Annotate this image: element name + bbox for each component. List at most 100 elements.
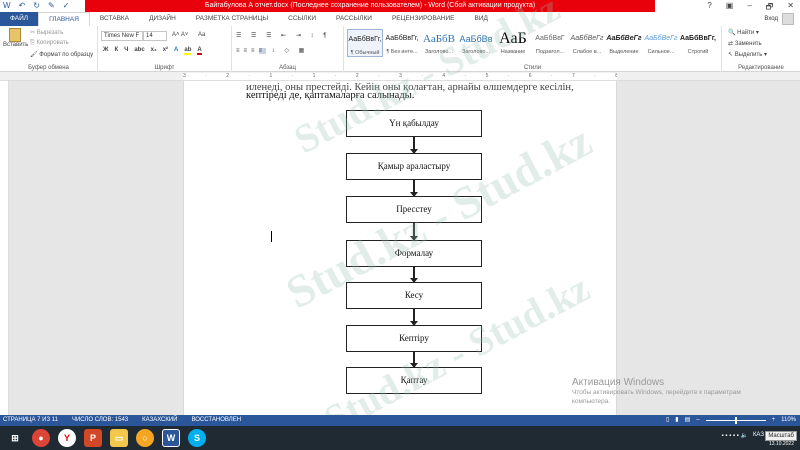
tab-design[interactable]: ДИЗАЙН [139,12,186,26]
tooltip: Масштаб [765,431,797,441]
tray-icons[interactable]: ▪ ▪ ▪ ▪ ▪ 🔈 [721,432,747,439]
powerpoint-icon[interactable]: P [84,429,102,447]
text-effects-icon[interactable]: A [174,47,178,55]
align-buttons[interactable]: ≡≡≡≡ ↕ ◇ ▦ [236,47,308,54]
browser-icon[interactable]: ○ [136,429,154,447]
paste-label: Вставить [3,42,29,48]
flow-arrow [410,137,418,154]
clock-date[interactable]: 13.10.2022 [769,441,794,447]
input-language[interactable]: КАЗ [753,432,764,439]
editing-group: 🔍 Найти ▾ ⇄ Заменить ↖ Выделить ▾ Редакт… [722,26,800,72]
clipboard-group: Вставить ✂ Вырезать ⎘ Копировать 🖌 Форма… [0,26,98,72]
taskbar: ⊞ ● Y P ▭ ○ W S ▪ ▪ ▪ ▪ ▪ 🔈 КАЗ Масштаб … [0,426,800,450]
doc-state: ВОССТАНОВЛЕН [191,417,242,423]
title-bar: W ↶ ↻ ✎ ✓ Байгабулова А отчет.docx (Посл… [0,0,800,12]
start-icon[interactable]: ⊞ [6,429,24,447]
window-title: Байгабулова А отчет.docx (Последнее сохр… [204,2,536,9]
italic-button[interactable]: К [114,47,118,55]
superscript-button[interactable]: x² [163,47,168,55]
flow-box-7: Қаптау [346,367,482,394]
select-button[interactable]: ↖ Выделить ▾ [728,51,767,58]
paste-button[interactable]: Вставить [3,28,29,48]
undo-icon[interactable]: ↶ [19,1,26,10]
file-explorer-icon[interactable]: ▭ [110,429,128,447]
paragraph-group: ☰ ☰ ☰ ⇤ ⇥ ↕ ¶ ≡≡≡≡ ↕ ◇ ▦ Абзац [232,26,344,72]
zoom-slider[interactable] [705,417,766,424]
sign-in-link[interactable]: Вход [764,16,778,22]
flow-arrow [410,309,418,326]
replace-button[interactable]: ⇄ Заменить [728,40,762,47]
copy-button[interactable]: ⎘ Копировать [30,40,69,47]
text-line-cut: иленеді, оны престейді. Кейін оны қолағт… [246,82,574,93]
font-size-select[interactable]: 14 [143,31,167,41]
chrome-icon[interactable]: ● [32,429,50,447]
word-taskbar-icon[interactable]: W [162,429,180,447]
find-button[interactable]: 🔍 Найти ▾ [728,29,759,36]
quick-access-toolbar: W ↶ ↻ ✎ ✓ [3,1,69,10]
tab-insert[interactable]: ВСТАВКА [90,12,139,26]
format-painter-button[interactable]: 🖌 Формат по образцу [30,51,93,58]
flow-arrow [410,223,418,241]
clipboard-icon [9,28,21,42]
style-subtitle[interactable]: АаБбВвГ Подзагол... [532,29,568,55]
font-name-select[interactable]: Times New F [101,31,143,41]
zoom-out-button[interactable]: – [696,415,699,426]
list-buttons[interactable]: ☰ ☰ ☰ ⇤ ⇥ ↕ ¶ [236,32,330,39]
style-title[interactable]: АаБ Название [495,29,531,55]
tab-view[interactable]: ВИД [464,12,497,26]
skype-icon[interactable]: S [188,429,206,447]
style-heading1[interactable]: АаБбВ Заголово... [421,29,457,55]
avatar[interactable] [782,13,794,25]
zoom-level[interactable]: 110% [781,415,796,426]
strikethrough-button[interactable]: abc [134,47,144,55]
flow-box-6: Кептіру [346,325,482,352]
page-count[interactable]: СТРАНИЦА 7 ИЗ 11 [3,415,58,426]
tab-mailings[interactable]: РАССЫЛКИ [326,12,382,26]
redo-icon[interactable]: ↻ [33,1,40,10]
read-mode-icon[interactable]: ▯ [666,415,669,426]
style-subtle-emphasis[interactable]: АаБбВеГг Слабое в... [569,29,605,55]
highlight-icon[interactable]: ab [184,47,192,55]
spelling-icon[interactable]: ✓ [63,1,70,10]
flow-arrow [410,352,418,368]
zoom-in-button[interactable]: + [772,415,776,426]
document-page[interactable]: иленеді, оны престейді. Кейін оны қолағт… [183,81,617,415]
font-color-icon[interactable]: A [197,47,202,55]
flow-box-3: Пресстеу [346,196,482,223]
tab-home[interactable]: ГЛАВНАЯ [38,11,90,27]
web-layout-icon[interactable]: ▤ [685,415,691,426]
bold-button[interactable]: Ж [103,47,108,55]
style-intense-emphasis[interactable]: АаБбВеГг Сильное... [643,29,679,55]
underline-button[interactable]: Ч [124,47,128,55]
style-strong[interactable]: АаБбВвГг, Строгий [680,29,716,55]
font-group-label: Шрифт [154,65,175,71]
status-bar: СТРАНИЦА 7 ИЗ 11 ЧИСЛО СЛОВ: 1543 КАЗАХС… [0,415,800,426]
tab-layout[interactable]: РАЗМЕТКА СТРАНИЦЫ [186,12,278,26]
clipboard-group-label: Буфер обмена [28,65,69,71]
cut-button[interactable]: ✂ Вырезать [30,29,63,36]
word-count[interactable]: ЧИСЛО СЛОВ: 1543 [72,415,128,426]
style-heading2[interactable]: АаБбВв Заголово... [458,29,494,55]
system-tray: ▪ ▪ ▪ ▪ ▪ 🔈 КАЗ [721,432,764,439]
style-no-spacing[interactable]: АаБбВвГг, ¶ Без инте... [384,29,420,55]
language[interactable]: КАЗАХСКИЙ [142,415,177,426]
paragraph-text: иленеді, оны престейді. Кейін оны қолағт… [246,82,592,102]
flow-arrow [410,180,418,197]
word-icon: W [3,1,11,10]
edit-icon[interactable]: ✎ [48,1,55,10]
print-layout-icon[interactable]: ▮ [675,415,678,426]
vertical-ruler[interactable] [0,81,9,415]
windows-activation-notice: Активация Windows Чтобы активировать Win… [572,377,741,405]
tab-file[interactable]: ФАЙЛ [0,12,39,26]
tab-references[interactable]: ССЫЛКИ [278,12,326,26]
change-case-button[interactable]: Aa [198,32,205,38]
yandex-icon[interactable]: Y [58,429,76,447]
style-normal[interactable]: АаБбВвГг, ¶ Обычный [347,29,383,57]
subscript-button[interactable]: x₂ [151,47,157,55]
style-emphasis[interactable]: АаБбВеГг Выделение [606,29,642,55]
grow-font-button[interactable]: A˄ A˅ [172,32,188,38]
flow-box-4: Формалау [346,240,482,267]
tab-review[interactable]: РЕЦЕНЗИРОВАНИЕ [382,12,465,26]
flow-box-5: Кесу [346,282,482,309]
horizontal-ruler[interactable]: 3 · 2 · 1 · 1 · 2 · 3 · 4 · 5 · 6 · 7 · … [0,72,800,81]
